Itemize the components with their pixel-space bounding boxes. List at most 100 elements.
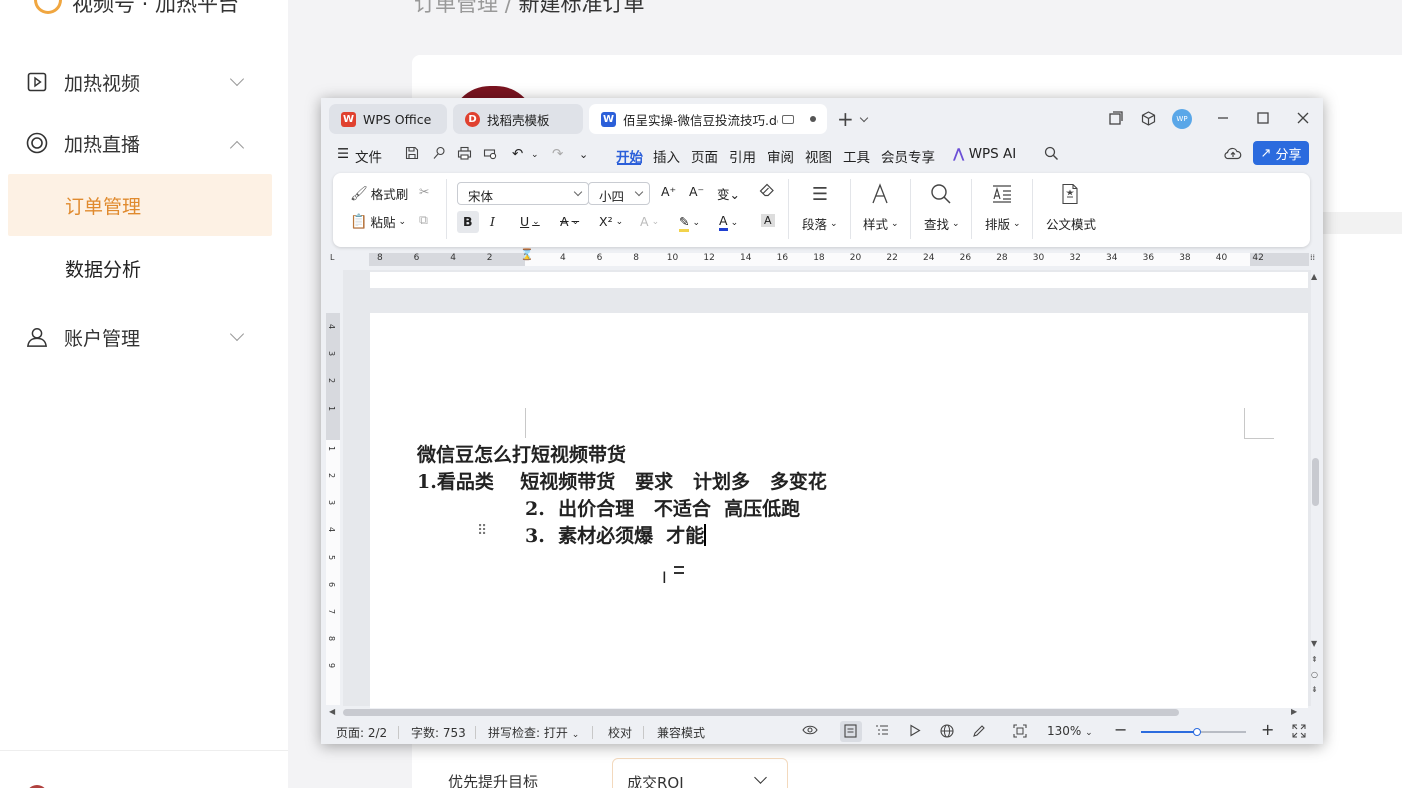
status-word-count[interactable]: 字数: 753 bbox=[411, 724, 466, 741]
official-doc-icon[interactable] bbox=[1057, 183, 1083, 205]
multi-window-icon[interactable] bbox=[1107, 108, 1125, 128]
chevron-down-icon[interactable]: ⌄ bbox=[531, 150, 539, 160]
menu-tools[interactable]: 工具 bbox=[843, 146, 870, 166]
menu-member[interactable]: 会员专享 bbox=[881, 146, 935, 166]
menu-insert[interactable]: 插入 bbox=[653, 146, 680, 166]
font-color-icon[interactable]: A ⌄ bbox=[719, 214, 738, 231]
layout-icon[interactable] bbox=[989, 183, 1015, 205]
menu-review[interactable]: 审阅 bbox=[767, 146, 794, 166]
ruler-options-icon[interactable]: ⁞⁞ bbox=[1310, 253, 1315, 262]
doc-line-1[interactable]: 1.看品类 短视频带货 要求 计划多 多变花 bbox=[417, 467, 827, 494]
sidebar-item-order-management[interactable]: 订单管理 bbox=[8, 174, 272, 236]
drag-handle-icon[interactable]: ⠿ bbox=[477, 523, 487, 539]
next-page-icon[interactable]: ⇟ bbox=[1311, 685, 1318, 694]
cut-icon[interactable]: ✂ bbox=[419, 184, 429, 199]
clear-format-icon[interactable] bbox=[759, 183, 775, 197]
menu-file[interactable]: 文件 bbox=[355, 146, 382, 166]
fit-page-icon[interactable] bbox=[1013, 724, 1027, 741]
doc-line-2[interactable]: 2. 出价合理 不适合 高压低跑 bbox=[525, 494, 800, 521]
phonetic-guide-icon[interactable]: 变⌄ bbox=[717, 184, 740, 203]
sidebar-item-heat-video[interactable]: 加热视频 bbox=[0, 52, 288, 112]
official-doc-mode-button[interactable]: 公文模式 bbox=[1046, 214, 1096, 233]
search-icon[interactable] bbox=[1044, 146, 1059, 165]
breadcrumb-parent[interactable]: 订单管理 bbox=[414, 0, 498, 16]
doc-line-3[interactable]: 3. 素材必须爆 才能 bbox=[525, 521, 706, 548]
shrink-font-icon[interactable]: A⁻ bbox=[689, 184, 704, 199]
undo-icon[interactable]: ↶ bbox=[512, 146, 523, 162]
horizontal-ruler[interactable]: L 8 6 4 2 2 4 6 8 10 12 14 16 18 20 22 24 26 28 30 32 34 36 38… bbox=[321, 248, 1323, 268]
export-icon[interactable] bbox=[432, 146, 446, 164]
new-tab-plus-icon[interactable]: + bbox=[837, 107, 854, 131]
select-browse-icon[interactable]: ○ bbox=[1311, 670, 1318, 679]
text-effect-icon[interactable]: A ⌄ bbox=[640, 214, 659, 229]
bold-icon[interactable]: B bbox=[463, 214, 473, 229]
format-painter-button[interactable]: 🖌 格式刷 bbox=[350, 184, 408, 203]
sidebar-item-heat-live[interactable]: 加热直播 bbox=[0, 113, 288, 173]
ruler-tab-stop-icon[interactable]: L bbox=[330, 253, 334, 262]
menu-page[interactable]: 页面 bbox=[691, 146, 718, 166]
unsaved-dot-icon[interactable] bbox=[810, 116, 816, 122]
close-icon[interactable] bbox=[1294, 108, 1312, 128]
horizontal-scroll-thumb[interactable] bbox=[343, 709, 1179, 716]
styles-icon[interactable] bbox=[867, 183, 893, 205]
underline-icon[interactable]: U ⌄ bbox=[520, 214, 540, 229]
copy-icon[interactable]: ⧉ bbox=[419, 212, 428, 228]
more-chevron-icon[interactable]: ⌄ bbox=[579, 148, 588, 161]
find-button[interactable]: 查找 ⌄ bbox=[924, 214, 960, 233]
play-icon[interactable] bbox=[909, 724, 921, 740]
zoom-slider-handle[interactable] bbox=[1192, 728, 1201, 736]
target-select[interactable]: 成交ROI bbox=[612, 758, 788, 788]
status-proofread[interactable]: 校对 bbox=[608, 724, 632, 741]
paste-button[interactable]: 📋 粘贴 ⌄ bbox=[350, 212, 406, 231]
sidebar-item-account-management[interactable]: 账户管理 bbox=[0, 307, 288, 367]
scroll-left-icon[interactable]: ◀ bbox=[329, 707, 335, 716]
chevron-down-icon[interactable] bbox=[859, 113, 869, 123]
indent-marker-icon[interactable]: ⌛ bbox=[520, 248, 534, 261]
document-page[interactable] bbox=[370, 313, 1308, 708]
hamburger-icon[interactable]: ☰ bbox=[337, 146, 349, 162]
scroll-right-icon[interactable]: ▶ bbox=[1291, 707, 1297, 716]
doc-line-title[interactable]: 微信豆怎么打短视频带货 bbox=[417, 440, 626, 467]
prev-page-icon[interactable]: ⇞ bbox=[1311, 655, 1318, 664]
pen-icon[interactable] bbox=[972, 724, 986, 741]
previous-page[interactable] bbox=[370, 272, 1308, 288]
highlight-icon[interactable]: ✎ ⌄ bbox=[679, 214, 700, 232]
menu-references[interactable]: 引用 bbox=[729, 146, 756, 166]
find-icon[interactable] bbox=[928, 183, 954, 205]
tab-wps-office[interactable]: W WPS Office bbox=[329, 104, 447, 134]
font-name-select[interactable]: 宋体 bbox=[457, 182, 589, 205]
print-preview-icon[interactable] bbox=[483, 146, 498, 164]
vertical-scroll-thumb[interactable] bbox=[1312, 458, 1319, 506]
zoom-level-select[interactable]: 130% ⌄ bbox=[1047, 724, 1093, 738]
zoom-out-icon[interactable]: − bbox=[1114, 720, 1127, 739]
maximize-icon[interactable] bbox=[1254, 108, 1272, 128]
styles-button[interactable]: 样式 ⌄ bbox=[863, 214, 899, 233]
menu-wps-ai[interactable]: ⋀ WPS AI bbox=[953, 146, 1016, 162]
eye-protect-icon[interactable] bbox=[802, 724, 818, 739]
redo-icon[interactable]: ↷ bbox=[552, 146, 563, 162]
layout-button[interactable]: 排版 ⌄ bbox=[985, 214, 1021, 233]
status-spell-check[interactable]: 拼写检查: 打开 ⌄ bbox=[488, 724, 579, 741]
page-view-icon[interactable] bbox=[844, 724, 857, 741]
scroll-up-icon[interactable]: ▲ bbox=[1311, 272, 1317, 281]
status-page[interactable]: 页面: 2/2 bbox=[336, 724, 387, 741]
web-view-icon[interactable] bbox=[940, 724, 954, 741]
paragraph-icon[interactable]: ☰ bbox=[807, 183, 833, 205]
print-icon[interactable] bbox=[457, 146, 472, 164]
zoom-in-icon[interactable]: + bbox=[1261, 720, 1274, 739]
char-shading-icon[interactable]: A bbox=[761, 214, 775, 227]
grow-font-icon[interactable]: A⁺ bbox=[661, 184, 676, 199]
save-icon[interactable] bbox=[405, 146, 419, 164]
paragraph-button[interactable]: 段落 ⌄ bbox=[802, 214, 838, 233]
outline-view-icon[interactable] bbox=[875, 724, 889, 739]
menu-view[interactable]: 视图 bbox=[805, 146, 832, 166]
superscript-icon[interactable]: X² ⌄ bbox=[599, 214, 623, 229]
strikethrough-icon[interactable]: A ⌄ bbox=[560, 214, 579, 229]
font-size-select[interactable]: 小四 bbox=[588, 182, 650, 205]
status-compat-mode[interactable]: 兼容模式 bbox=[657, 724, 705, 741]
sidebar-item-data-analysis[interactable]: 数据分析 bbox=[8, 237, 272, 299]
wps-user-avatar[interactable]: WP bbox=[1172, 109, 1192, 129]
fullscreen-icon[interactable] bbox=[1292, 724, 1306, 741]
scroll-down-icon[interactable]: ▼ bbox=[1311, 639, 1317, 648]
italic-icon[interactable]: I bbox=[490, 214, 495, 229]
